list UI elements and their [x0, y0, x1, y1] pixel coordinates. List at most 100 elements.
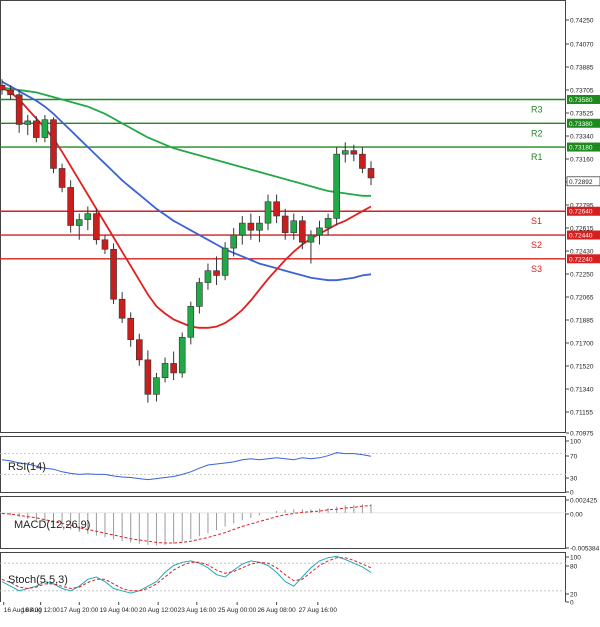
y-tick-label: 100: [570, 555, 581, 562]
y-tick-label: 0.71340: [570, 387, 594, 394]
y-tick-label: 0.00: [570, 512, 583, 519]
candle-body: [15, 94, 23, 125]
candle-body: [324, 218, 332, 229]
y-tick-label: 0.73525: [570, 111, 594, 118]
candle-body: [144, 359, 152, 395]
chart-canvas: 0.74250 0.74070 0.73885 0.73705 0.73525 0.733…: [0, 0, 600, 622]
y-tick-label: 0.73340: [570, 134, 594, 141]
level-price-label: 0.73180: [569, 145, 593, 152]
candle-body: [67, 187, 74, 226]
level-name-s3: S3: [531, 264, 542, 274]
candle-body: [118, 298, 126, 319]
candle-body: [136, 339, 143, 361]
x-tick-label: 23 Aug 16:00: [178, 607, 217, 614]
candle-body: [196, 282, 203, 307]
x-tick-label: 19 Aug 04:00: [100, 607, 139, 614]
candlestick: [333, 147, 340, 226]
level-price-label: 0.72240: [569, 256, 593, 263]
candle-body: [0, 84, 6, 91]
y-tick-label: 0.71155: [570, 410, 593, 417]
candle-body: [24, 120, 32, 125]
candle-body: [264, 201, 272, 224]
candle-body: [307, 234, 315, 243]
candle-body: [204, 270, 212, 283]
level-price-label: 0.73380: [569, 121, 593, 128]
level-price-label: 0.72640: [569, 209, 593, 216]
candle-body: [110, 248, 117, 300]
candlestick: [221, 242, 229, 281]
candle-body: [247, 222, 255, 231]
x-tick-label: 25 Aug 00:00: [218, 607, 257, 614]
y-tick-label: 30: [570, 476, 578, 483]
candle-body: [341, 150, 349, 155]
y-tick-label: 0.72065: [570, 295, 594, 302]
y-tick-label: 0.71520: [570, 364, 594, 371]
candle-body: [84, 213, 92, 220]
panel-frame-1: [0, 436, 566, 493]
forex-chart: 0.74250 0.74070 0.73885 0.73705 0.73525 0.733…: [0, 0, 600, 622]
candle-body: [256, 222, 263, 231]
candlestick: [93, 208, 100, 245]
y-tick-label: 80: [570, 564, 578, 571]
panel-frame-3: [0, 552, 566, 603]
candle-body: [281, 215, 289, 233]
level-name-s2: S2: [531, 240, 542, 250]
candle-body: [170, 363, 177, 374]
candle-body: [213, 270, 220, 276]
candle-body: [359, 153, 366, 169]
x-tick-label: 20 Aug 12:00: [139, 607, 178, 614]
y-tick-label: 0.73885: [570, 65, 594, 72]
current-price-label: 0.72892: [569, 179, 593, 186]
y-tick-label: 0.71700: [570, 341, 594, 348]
y-tick-label: 0: [570, 600, 574, 607]
candle-body: [178, 336, 186, 374]
x-tick-label: 27 Aug 16:00: [299, 607, 338, 614]
candle-body: [101, 239, 109, 250]
candle-body: [230, 234, 237, 249]
y-tick-label: -0.005384: [570, 546, 600, 553]
y-tick-label: 100: [570, 439, 581, 446]
candle-body: [299, 220, 306, 243]
x-tick-label: 26 Aug 08:00: [257, 607, 296, 614]
candle-body: [290, 220, 298, 233]
x-tick-label: 16 Aug 12:00: [21, 607, 60, 614]
y-tick-label: 0.73705: [570, 88, 594, 95]
stoch-label: Stoch(5,5,3): [8, 574, 68, 586]
candle-body: [33, 120, 40, 138]
candlestick: [110, 243, 117, 304]
candle-body: [238, 222, 246, 236]
candle-body: [350, 150, 358, 155]
candle-body: [75, 219, 83, 226]
candle-body: [127, 317, 135, 340]
y-tick-label: 0.70975: [570, 431, 594, 438]
y-tick-label: 0.74070: [570, 42, 594, 49]
candlestick: [67, 180, 74, 233]
macd-label: MACD(12,26,9): [14, 519, 90, 531]
level-price-label: 0.72440: [569, 233, 593, 240]
candle-body: [187, 306, 195, 338]
candle-body: [316, 227, 323, 236]
candle-body: [93, 213, 100, 241]
candlestick: [178, 332, 186, 378]
candle-body: [41, 119, 49, 138]
level-price-label: 0.73580: [569, 97, 593, 104]
y-tick-label: 0.002425: [570, 498, 597, 505]
y-tick-label: 20: [570, 592, 578, 599]
candle-body: [221, 247, 229, 276]
candle-body: [58, 168, 66, 188]
candle-body: [367, 168, 375, 179]
candle-body: [161, 363, 169, 378]
level-name-r2: R2: [531, 128, 543, 138]
x-tick-label: 17 Aug 20:00: [60, 607, 99, 614]
candle-body: [273, 201, 280, 217]
rsi-label: RSI(14): [8, 461, 46, 473]
candlestick: [50, 117, 57, 174]
y-tick-label: 0.72250: [570, 272, 594, 279]
y-tick-label: 0: [570, 490, 574, 497]
y-tick-label: 0.74250: [570, 18, 594, 25]
candle-body: [7, 89, 14, 96]
level-name-r3: R3: [531, 104, 543, 114]
candle-body: [50, 119, 57, 169]
y-tick-label: 70: [570, 454, 578, 461]
y-tick-label: 0.73160: [570, 157, 594, 164]
